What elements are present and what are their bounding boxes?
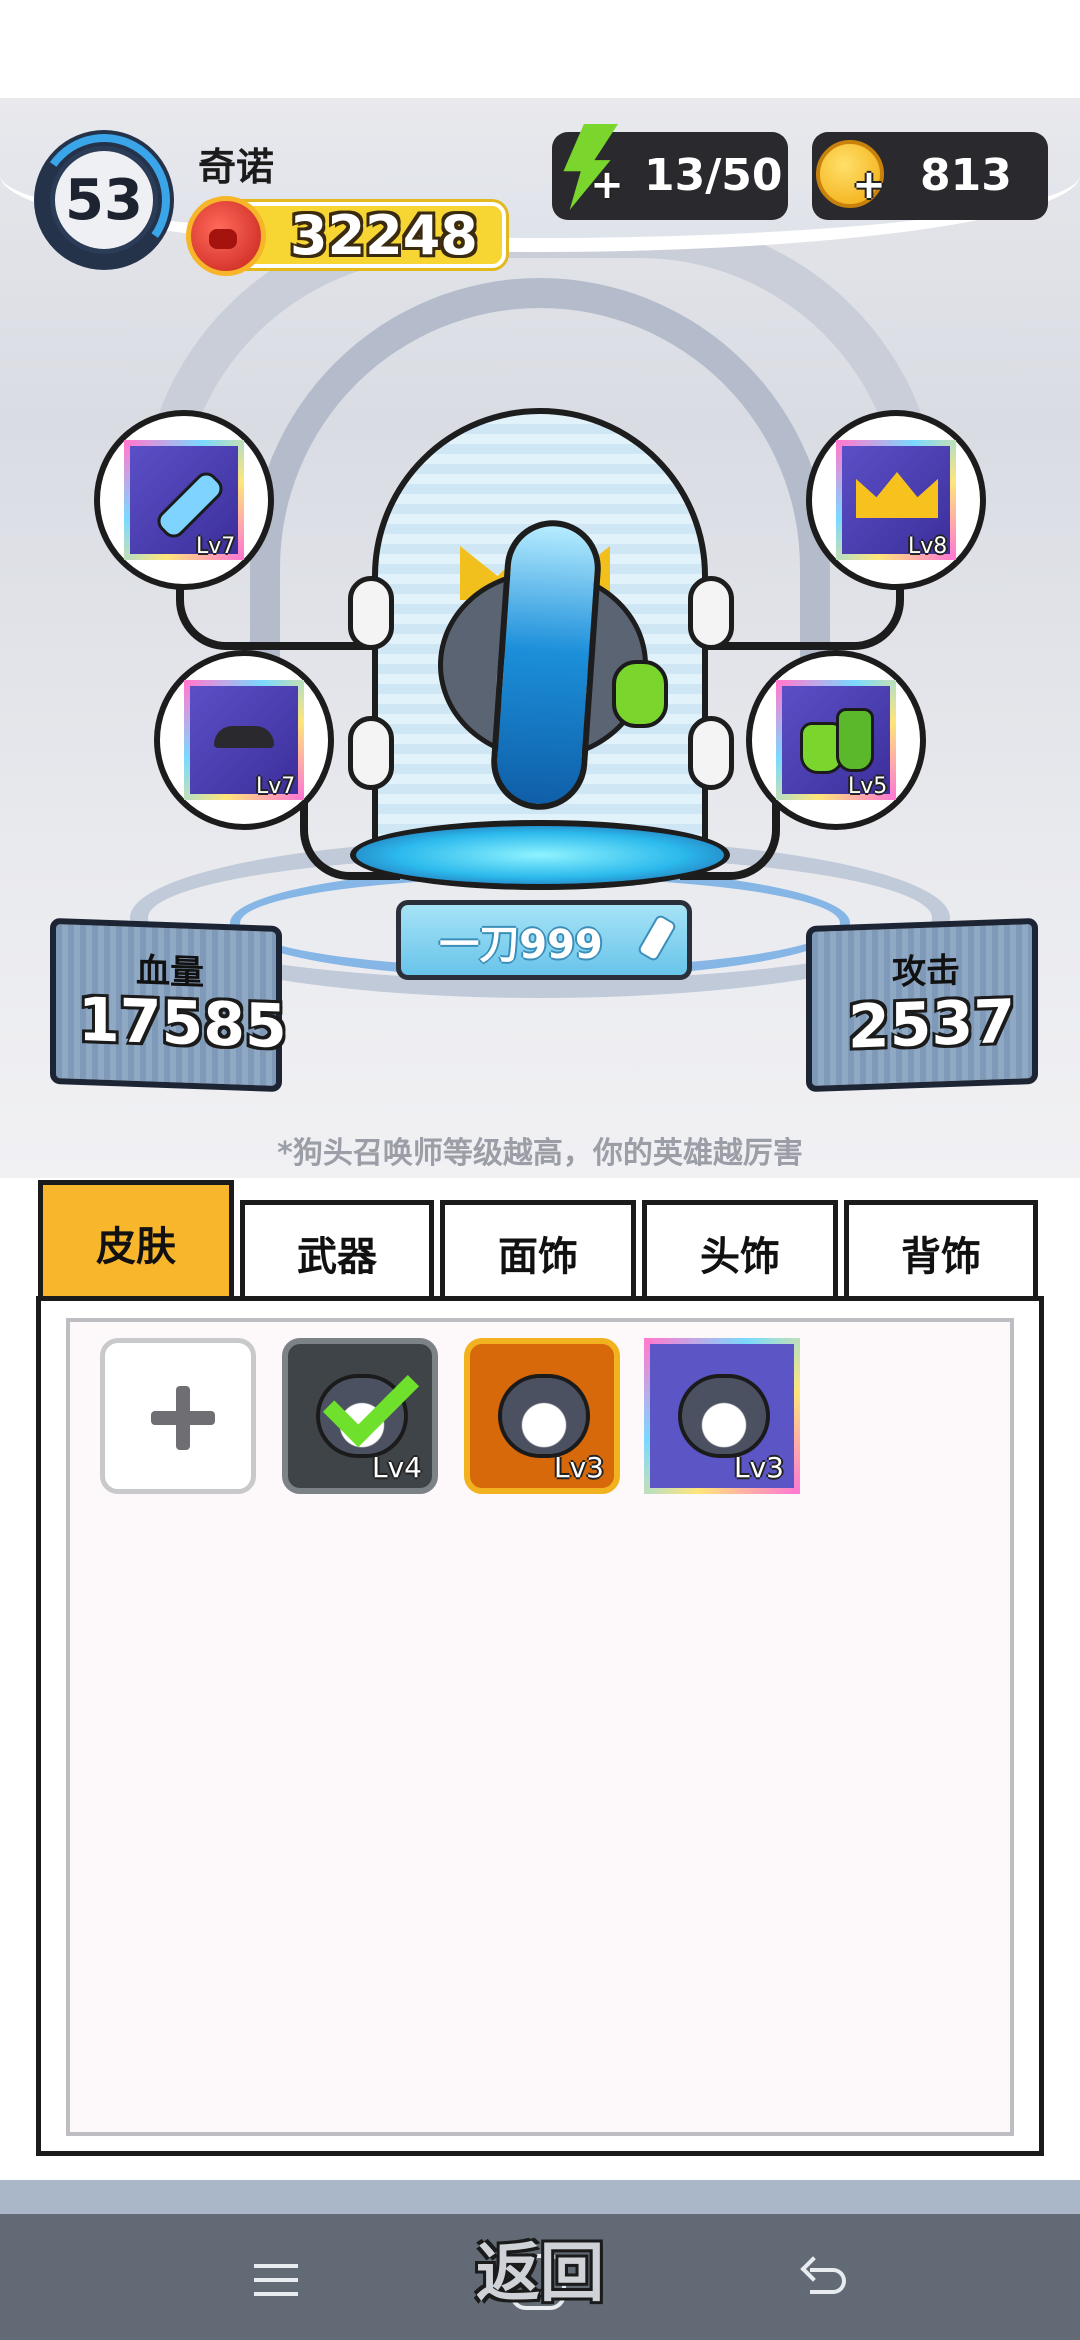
hero-potion-icon	[612, 660, 668, 728]
energy-value: 13/50	[644, 150, 783, 201]
bottom-strip	[0, 2180, 1080, 2216]
tab-head[interactable]: 头饰	[642, 1200, 838, 1300]
add-energy-icon[interactable]: +	[590, 165, 624, 205]
hero-skateboard-icon	[488, 517, 604, 813]
capsule-post	[688, 576, 734, 650]
tab-face[interactable]: 面饰	[440, 1200, 636, 1300]
capsule-base	[350, 820, 730, 890]
skin-item[interactable]: Lv4	[282, 1338, 438, 1494]
equip-slot-face[interactable]: Lv7	[154, 650, 334, 830]
hp-panel: 血量 17585	[50, 917, 287, 1093]
skin-level: Lv3	[734, 1451, 784, 1484]
hero-name: 一刀999	[439, 922, 603, 968]
player-level-badge[interactable]: 53	[27, 123, 181, 277]
add-coin-icon[interactable]: +	[852, 165, 886, 205]
equip-slot-head[interactable]: Lv8	[806, 410, 986, 590]
player-name: 奇诺	[198, 145, 275, 189]
add-skin-button[interactable]	[100, 1338, 256, 1494]
capsule-post	[348, 576, 394, 650]
tab-weapon[interactable]: 武器	[240, 1200, 434, 1300]
attack-value: 2537	[848, 986, 1015, 1063]
husky-face-icon	[678, 1374, 770, 1458]
power-value: 32248	[290, 204, 478, 267]
status-bar	[0, 0, 1080, 98]
skin-level: Lv3	[554, 1451, 604, 1484]
skin-item[interactable]: Lv3	[644, 1338, 800, 1494]
seal-face-icon	[498, 1374, 590, 1458]
level-hint-text: *狗头召唤师等级越高，你的英雄越厉害	[277, 1136, 803, 1171]
equip-level: Lv7	[196, 534, 236, 559]
equip-level: Lv7	[256, 774, 296, 799]
player-level: 53	[50, 146, 158, 254]
tab-skin[interactable]: 皮肤	[38, 1180, 234, 1300]
skin-item[interactable]: Lv3	[464, 1338, 620, 1494]
equip-level: Lv5	[848, 774, 888, 799]
back-button[interactable]: 返回	[0, 2222, 1080, 2314]
coin-value: 813	[920, 150, 1012, 201]
tab-back[interactable]: 背饰	[844, 1200, 1038, 1300]
skin-level: Lv4	[372, 1451, 422, 1484]
capsule-post	[688, 716, 734, 790]
equip-level: Lv8	[908, 534, 948, 559]
equip-slot-back[interactable]: Lv5	[746, 650, 926, 830]
boxing-glove-icon	[186, 196, 266, 276]
capsule-post	[348, 716, 394, 790]
hp-value: 17585	[78, 984, 287, 1063]
attack-panel: 攻击 2537	[806, 917, 1038, 1093]
attack-label: 攻击	[892, 950, 960, 994]
equip-slot-weapon[interactable]: Lv7	[94, 410, 274, 590]
